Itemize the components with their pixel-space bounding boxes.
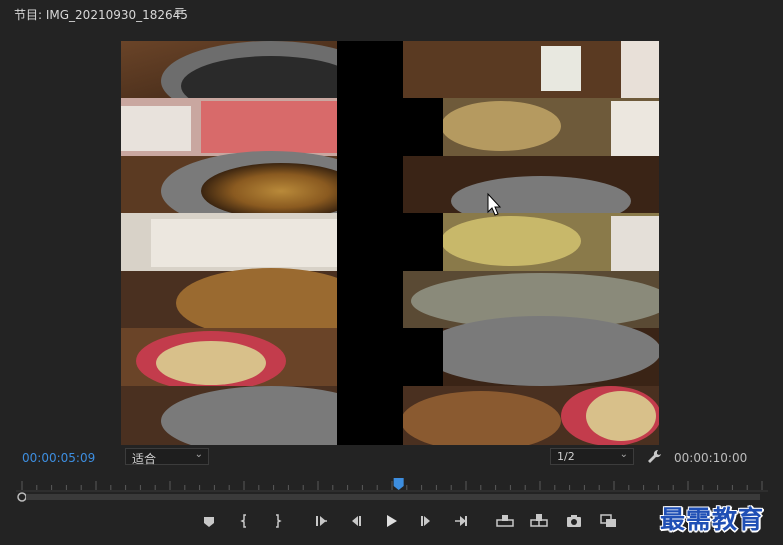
- go-to-out-icon[interactable]: [450, 511, 472, 531]
- resolution-dropdown[interactable]: 1/2 ⌄: [550, 448, 634, 465]
- compare-icon[interactable]: [598, 511, 620, 531]
- panel-header: 节目: IMG_20210930_182645 ≡: [0, 0, 783, 28]
- wrench-icon[interactable]: [647, 449, 663, 465]
- mark-out-icon[interactable]: [266, 511, 288, 531]
- time-ruler[interactable]: [16, 476, 768, 502]
- fit-value: 适合: [132, 452, 157, 466]
- program-monitor-viewer[interactable]: [121, 41, 659, 445]
- mark-in-icon[interactable]: [234, 511, 256, 531]
- resolution-value: 1/2: [557, 450, 575, 463]
- go-to-in-icon[interactable]: [310, 511, 332, 531]
- playhead-icon[interactable]: [393, 478, 404, 490]
- play-icon[interactable]: [380, 511, 402, 531]
- panel-title: 节目: IMG_20210930_182645: [14, 8, 188, 22]
- add-marker-icon[interactable]: [198, 511, 220, 531]
- chevron-down-icon: ⌄: [194, 449, 203, 460]
- fit-dropdown[interactable]: 适合 ⌄: [125, 448, 209, 466]
- chevron-down-icon: ⌄: [619, 449, 628, 460]
- zoom-handle-icon[interactable]: [17, 492, 27, 502]
- step-forward-icon[interactable]: [416, 511, 438, 531]
- hamburger-icon[interactable]: ≡: [174, 4, 185, 19]
- current-timecode[interactable]: 00:00:05:09: [22, 451, 95, 465]
- export-frame-icon[interactable]: [563, 511, 585, 531]
- extract-icon[interactable]: [528, 511, 550, 531]
- watermark: 最需教育: [660, 505, 765, 534]
- duration-timecode: 00:00:10:00: [674, 451, 748, 465]
- step-back-icon[interactable]: [344, 511, 366, 531]
- video-frame: [121, 41, 659, 445]
- lift-icon[interactable]: [494, 511, 516, 531]
